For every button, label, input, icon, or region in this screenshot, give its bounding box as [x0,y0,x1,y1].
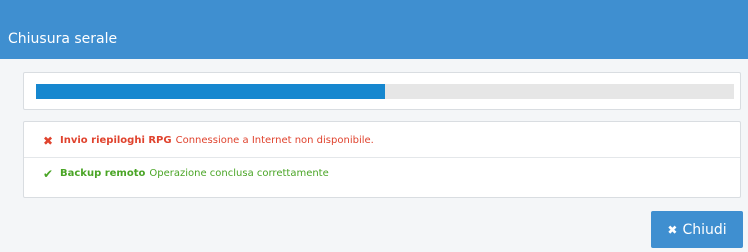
close-icon: ✖ [667,222,678,237]
modal-title: Chiusura serale [8,31,118,47]
message-title: Backup remoto [60,168,146,179]
x-icon: ✖ [42,134,54,148]
message-text: Connessione a Internet non disponibile. [175,135,374,146]
message-text: Operazione conclusa correttamente [149,168,329,179]
progress-bar [36,84,734,99]
modal-footer: ✖ Chiudi [0,204,748,252]
modal-header: Chiusura serale [0,0,748,59]
messages-panel: ✖ Invio riepiloghi RPG Connessione a Int… [23,121,741,198]
progress-fill [36,84,385,99]
night-closing-modal: Chiusura serale ✖ Invio riepiloghi RPG C… [0,0,748,252]
message-row-rpg-summary: ✖ Invio riepiloghi RPG Connessione a Int… [24,125,740,158]
progress-panel [23,72,741,110]
close-button[interactable]: ✖ Chiudi [651,211,743,248]
close-button-label: Chiudi [682,221,727,238]
check-icon: ✔ [42,167,54,181]
message-title: Invio riepiloghi RPG [60,135,172,146]
message-row-remote-backup: ✔ Backup remoto Operazione conclusa corr… [24,158,740,190]
modal-body: ✖ Invio riepiloghi RPG Connessione a Int… [8,59,741,204]
